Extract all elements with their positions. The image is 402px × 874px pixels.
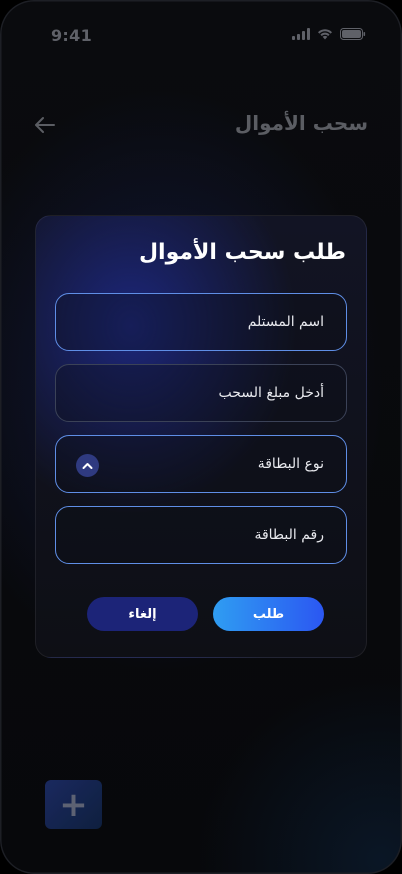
signal-icon: [292, 28, 310, 40]
card-number-field[interactable]: رقم البطاقة: [55, 506, 347, 564]
battery-icon: [340, 28, 366, 40]
modal-title: طلب سحب الأموال: [138, 240, 346, 265]
card-number-placeholder: رقم البطاقة: [254, 527, 324, 543]
status-time: 9:41: [51, 26, 92, 45]
plus-icon: +: [59, 784, 88, 825]
chevron-up-icon[interactable]: [76, 454, 99, 477]
card-type-label: نوع البطاقة: [257, 456, 324, 472]
request-button[interactable]: طلب: [213, 597, 324, 631]
status-icons: [292, 28, 366, 40]
wifi-icon: [318, 29, 332, 40]
withdraw-request-modal: طلب سحب الأموال اسم المستلم أدخل مبلغ ال…: [35, 215, 367, 658]
withdraw-amount-placeholder: أدخل مبلغ السحب: [218, 385, 324, 401]
add-button[interactable]: +: [45, 780, 102, 829]
card-type-select[interactable]: نوع البطاقة: [55, 435, 347, 493]
withdraw-amount-field[interactable]: أدخل مبلغ السحب: [55, 364, 347, 422]
recipient-name-placeholder: اسم المستلم: [247, 314, 324, 330]
recipient-name-field[interactable]: اسم المستلم: [55, 293, 347, 351]
back-button[interactable]: [30, 110, 60, 140]
status-bar: 9:41: [0, 0, 402, 70]
page-title: سحب الأموال: [234, 111, 368, 135]
withdraw-screen: 9:41 سحب الأموال طلب سحب الأموال اسم الم…: [0, 0, 402, 874]
arrow-left-icon: [35, 117, 55, 133]
cancel-button[interactable]: إلغاء: [87, 597, 198, 631]
